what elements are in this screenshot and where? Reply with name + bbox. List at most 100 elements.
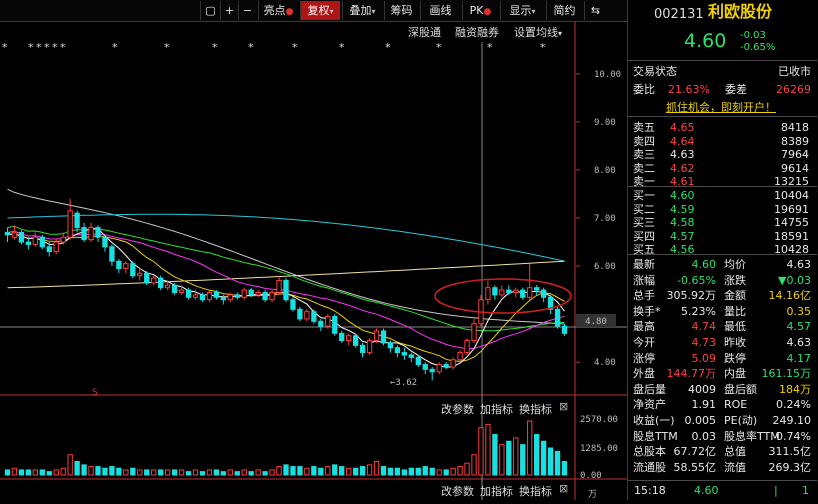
add-indicator-button-2[interactable]: 加指标 — [480, 483, 513, 499]
buy-order-row[interactable]: 买二 4.59 19691 — [628, 203, 817, 216]
star-marker: * — [339, 41, 345, 54]
star-marker: * — [112, 41, 118, 54]
window-icon[interactable]: ▢ — [200, 1, 220, 20]
display-button[interactable]: 显示▾ — [500, 1, 544, 20]
candle-body — [11, 231, 18, 238]
add-indicator-button[interactable]: 加指标 — [480, 401, 513, 417]
kline-chart-area[interactable]: * * * * * * * * * * * * * * * * 10.00 9.00 8.00 7.00 6.00 4.… — [0, 21, 627, 500]
highlight-button[interactable]: 亮点● — [258, 1, 298, 20]
volume-bar — [325, 466, 331, 476]
volume-bar — [81, 464, 87, 476]
volume-bar — [185, 471, 192, 476]
order-volume: 7964 — [781, 148, 809, 161]
price-header: 4.60 -0.03 -0.65% — [628, 30, 817, 54]
candle-body — [213, 291, 220, 298]
simple-button[interactable]: 简约 — [546, 1, 582, 20]
chevron-down-icon: ▾ — [371, 7, 376, 16]
switch-indicator-button-2[interactable]: 换指标 — [519, 483, 552, 499]
stat-value: 4.60 — [691, 258, 717, 271]
overlay-button[interactable]: 叠加▾ — [342, 1, 382, 20]
draw-line-button[interactable]: 画线 — [420, 1, 460, 20]
volume-bar — [248, 471, 254, 476]
stat-value: 4.57 — [786, 320, 812, 334]
candle-body — [137, 272, 143, 277]
edit-params-button-2[interactable]: 改参数 — [441, 483, 474, 499]
candle-body — [116, 260, 122, 269]
tick-price: 4.60 — [694, 484, 719, 497]
volume-bar — [471, 454, 477, 476]
sell-order-row[interactable]: 卖四 4.64 8389 — [628, 135, 817, 148]
close-icon[interactable]: ⊠ — [559, 400, 568, 413]
candle-body — [220, 296, 226, 301]
order-label: 买一 — [633, 189, 655, 202]
stat-value: 4.63 — [786, 258, 812, 271]
promo-link[interactable]: 抓住机会，即刻开户！ — [666, 101, 776, 114]
order-price: 4.62 — [670, 161, 695, 175]
stats-row: 涨停 5.09 跌停 4.17 — [628, 352, 817, 365]
promo-banner[interactable]: 抓住机会，即刻开户！ — [628, 101, 817, 114]
adjust-button[interactable]: 复权▾ — [300, 1, 340, 20]
stat-value: 249.10 — [772, 414, 812, 427]
buy-order-row[interactable]: 买三 4.58 14755 — [628, 216, 817, 229]
sell-order-row[interactable]: 卖二 4.62 9614 — [628, 162, 817, 175]
order-volume: 10404 — [774, 189, 809, 202]
order-volume: 8418 — [781, 121, 809, 134]
stat-label: 总手 — [633, 289, 655, 303]
candle-body — [346, 335, 352, 342]
chips-button[interactable]: 筹码 — [384, 1, 418, 20]
sell-order-row[interactable]: 卖一 4.61 13215 — [628, 175, 817, 188]
stat-value: 5.09 — [691, 351, 717, 365]
volume-bar — [332, 464, 338, 476]
volume-bar — [387, 467, 394, 476]
candle-body — [387, 342, 394, 349]
zoom-out-button[interactable]: − — [238, 1, 256, 20]
kline-chart[interactable]: * * * * * * * * * * * * * * * * 10.009.008.007.006.004.… — [0, 21, 627, 500]
candle-body — [311, 311, 317, 322]
stat-label: 内盘 — [724, 367, 746, 381]
margin-trading-link[interactable]: 融资融券 — [455, 24, 499, 40]
swap-icon[interactable]: ⇆ — [584, 1, 606, 20]
candle-body — [109, 246, 115, 262]
stat-value: 67.72亿 — [673, 445, 717, 459]
price-tick-label: 6.00 — [594, 262, 616, 272]
volume-bar — [513, 437, 519, 476]
volume-bar — [60, 467, 66, 476]
pk-button[interactable]: PK● — [462, 1, 498, 20]
candle-body — [199, 294, 206, 301]
sz-connect-link[interactable]: 深股通 — [408, 24, 441, 40]
candle-body — [102, 236, 108, 248]
stat-value: ▼0.03 — [778, 273, 811, 287]
candle-body — [380, 330, 387, 344]
candle-body — [513, 289, 519, 293]
stats-row: 净资产 1.91 ROE 0.24% — [628, 398, 817, 411]
candle-body — [123, 263, 129, 269]
stat-label: 最高 — [633, 320, 655, 334]
switch-indicator-button[interactable]: 换指标 — [519, 401, 552, 417]
buy-order-row[interactable]: 买一 4.60 10404 — [628, 189, 817, 202]
star-marker: * — [540, 41, 546, 54]
candle-body — [297, 308, 303, 320]
ma-settings-link[interactable]: 设置均线▾ — [514, 24, 562, 40]
volume-bar — [255, 469, 261, 476]
sell-order-row[interactable]: 卖三 4.63 7964 — [628, 148, 817, 161]
candle-body — [359, 344, 366, 354]
close-icon-2[interactable]: ⊠ — [559, 482, 568, 495]
zoom-in-button[interactable]: + — [220, 1, 238, 20]
stock-name: 利欧股份 — [708, 2, 773, 21]
chart-toolbar: ▢ + − 亮点● 复权▾ 叠加▾ 筹码 画线 PK● 显示▾ 简约 ⇆ — [0, 0, 627, 22]
order-price: 4.64 — [670, 134, 695, 148]
stat-label: 换手* — [633, 304, 661, 318]
stock-header: 002131 利欧股份 — [628, 2, 817, 25]
edit-params-button[interactable]: 改参数 — [441, 401, 474, 417]
order-label: 买四 — [633, 229, 655, 243]
sell-order-row[interactable]: 卖五 4.65 8418 — [628, 121, 817, 134]
volume-bar — [137, 469, 143, 476]
candle-body — [192, 294, 199, 298]
stat-label: 股息TTM — [633, 429, 678, 443]
price-tick-label: 10.00 — [594, 70, 621, 80]
buy-order-row[interactable]: 买五 4.56 10428 — [628, 243, 817, 256]
candle-body — [241, 289, 247, 298]
ma-settings-label: 设置均线 — [514, 26, 558, 39]
stat-label: 总股本 — [633, 445, 666, 459]
buy-order-row[interactable]: 买四 4.57 18591 — [628, 230, 817, 243]
